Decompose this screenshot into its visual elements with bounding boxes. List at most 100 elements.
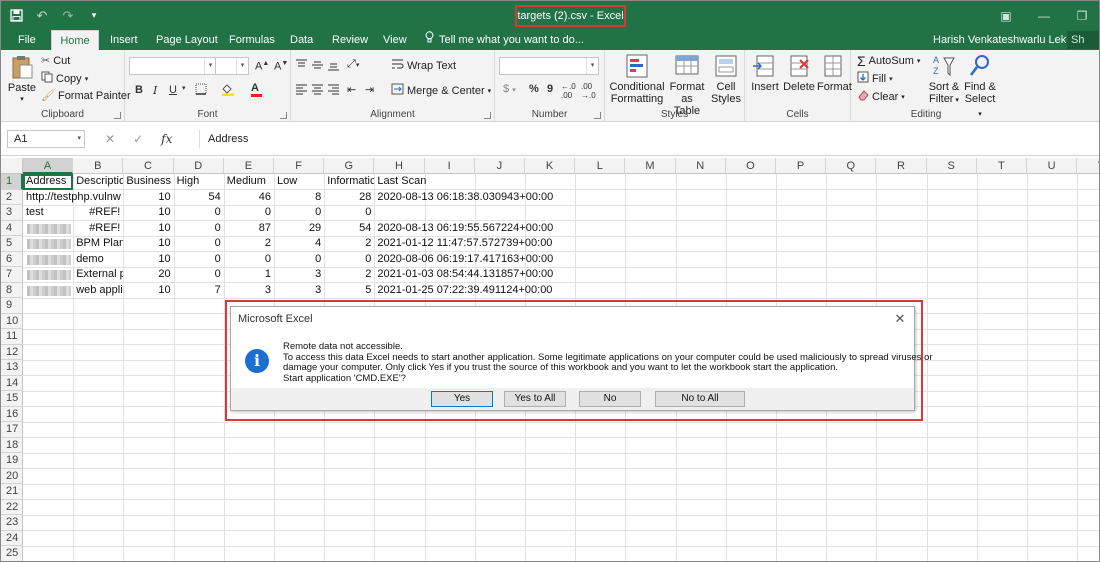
cell-h6[interactable]: 2020-08-06 06:19:17.417163+00:00 [374,252,553,267]
cell-a3[interactable]: test [23,205,73,220]
row-header-12[interactable]: 12 [1,344,23,360]
column-header-p[interactable]: P [776,158,827,174]
formula-input[interactable]: Address [199,130,1095,148]
paste-button[interactable]: Paste ▾ [7,54,37,106]
fill-color-icon[interactable] [221,83,235,99]
cell-g6[interactable]: 0 [324,252,374,267]
tab-file[interactable]: File [18,30,36,50]
column-header-j[interactable]: J [474,158,525,174]
row-header-18[interactable]: 18 [1,437,23,453]
cell-f6[interactable]: 0 [274,252,324,267]
yes-button[interactable]: Yes [431,391,493,407]
insert-cells-button[interactable]: Insert [749,53,781,93]
alignment-launcher-icon[interactable] [484,112,491,119]
cell-b7[interactable]: External p [73,267,123,282]
align-left-icon[interactable] [295,83,308,98]
cell-h2[interactable]: 2020-08-13 06:18:38.030943+00:00 [374,190,553,205]
cell-g3[interactable]: 0 [324,205,374,220]
row-header-23[interactable]: 23 [1,515,23,531]
borders-icon[interactable] [195,83,207,98]
autosum-button[interactable]: Σ AutoSum ▾ [857,53,920,69]
row-header-17[interactable]: 17 [1,422,23,438]
italic-button[interactable]: I [153,84,157,97]
yes-to-all-button[interactable]: Yes to All [504,391,566,407]
column-header-l[interactable]: L [575,158,626,174]
save-icon[interactable] [5,5,27,27]
number-launcher-icon[interactable] [594,112,601,119]
confirm-entry-icon[interactable]: ✓ [133,132,143,146]
cell-c1[interactable]: Business C [123,174,173,189]
row-header-25[interactable]: 25 [1,546,23,561]
paste-dropdown-icon[interactable]: ▾ [7,94,37,106]
insert-function-icon[interactable]: fx [161,132,172,146]
row-header-2[interactable]: 2 [1,189,23,205]
cell-e6[interactable]: 0 [224,252,274,267]
cell-d2[interactable]: 54 [174,190,224,205]
user-name[interactable]: Harish Venkateshwarlu Lekkala [933,30,1086,50]
cell-d4[interactable]: 0 [174,221,224,236]
tab-data[interactable]: Data [290,30,313,50]
format-painter-button[interactable]: 🖌 Format Painter [41,89,131,103]
cell-b5[interactable]: BPM Planr [73,236,123,251]
row-header-20[interactable]: 20 [1,468,23,484]
row-header-19[interactable]: 19 [1,453,23,469]
align-top-icon[interactable] [295,59,308,74]
cell-b1[interactable]: Descriptic [73,174,123,189]
row-header-16[interactable]: 16 [1,406,23,422]
tab-formulas[interactable]: Formulas [229,30,275,50]
cell-h4[interactable]: 2020-08-13 06:19:55.567224+00:00 [374,221,553,236]
cell-c8[interactable]: 10 [123,283,173,298]
cell-h8[interactable]: 2021-01-25 07:22:39.491124+00:00 [374,283,552,298]
format-as-table-button[interactable]: Format as Table [667,53,707,117]
number-format-combo[interactable]: ▾ [499,57,599,75]
row-header-22[interactable]: 22 [1,499,23,515]
clipboard-launcher-icon[interactable] [114,112,121,119]
column-header-t[interactable]: T [976,158,1027,174]
cell-d7[interactable]: 0 [174,267,224,282]
tab-view[interactable]: View [383,30,407,50]
cell-b3[interactable]: #REF! [73,205,123,220]
cell-f1[interactable]: Low [274,174,324,189]
column-header-r[interactable]: R [876,158,927,174]
cell-c6[interactable]: 10 [123,252,173,267]
row-header-10[interactable]: 10 [1,313,23,329]
cell-e7[interactable]: 1 [224,267,274,282]
cell-f5[interactable]: 4 [274,236,324,251]
cell-d1[interactable]: High [174,174,224,189]
ribbon-display-icon[interactable]: ▣ [987,1,1025,30]
font-name-combo[interactable]: ▾ [129,57,217,75]
underline-dropdown-icon[interactable]: ▾ [182,84,186,92]
increase-font-icon[interactable]: A▲ [255,60,269,73]
column-header-n[interactable]: N [675,158,726,174]
row-header-8[interactable]: 8 [1,282,23,298]
format-cells-button[interactable]: Format [817,53,852,93]
no-button[interactable]: No [579,391,641,407]
column-header-a[interactable]: A [23,158,74,174]
tab-insert[interactable]: Insert [110,30,138,50]
cell-b8[interactable]: web appli [73,283,123,298]
cell-b6[interactable]: demo [73,252,123,267]
row-header-24[interactable]: 24 [1,530,23,546]
share-button[interactable]: Sh [1067,31,1099,49]
row-header-6[interactable]: 6 [1,251,23,267]
clear-button[interactable]: Clear ▾ [857,89,905,104]
cell-g1[interactable]: Informatic [324,174,374,189]
cell-h7[interactable]: 2021-01-03 08:54:44.131857+00:00 [374,267,553,282]
cell-c5[interactable]: 10 [123,236,173,251]
column-header-h[interactable]: H [374,158,425,174]
merge-dropdown-icon[interactable]: ▾ [488,87,492,95]
cell-e8[interactable]: 3 [224,283,274,298]
decrease-font-icon[interactable]: A▼ [274,60,288,73]
row-header-13[interactable]: 13 [1,360,23,376]
minimize-icon[interactable]: — [1025,1,1063,30]
customize-qat-icon[interactable]: ▾ [83,5,105,27]
column-header-o[interactable]: O [725,158,776,174]
align-right-icon[interactable] [327,83,340,98]
row-header-14[interactable]: 14 [1,375,23,391]
copy-button[interactable]: Copy ▾ [41,71,88,86]
cell-h5[interactable]: 2021-01-12 11:47:57.572739+00:00 [374,236,552,251]
redo-icon[interactable]: ↷ [57,5,79,27]
conditional-formatting-button[interactable]: Conditional Formatting [609,53,665,105]
font-launcher-icon[interactable] [280,112,287,119]
cell-g2[interactable]: 28 [324,190,374,205]
